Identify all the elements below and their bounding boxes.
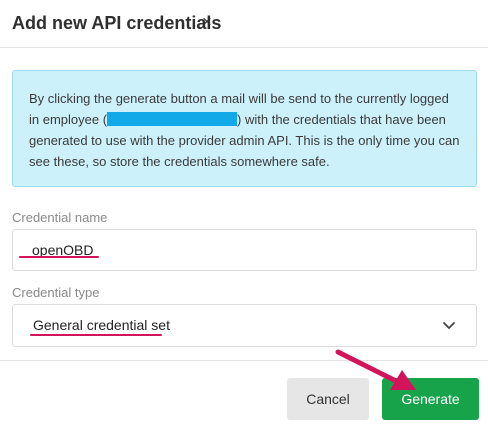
annotation-underline-name [19,256,99,258]
credential-type-value: General credential set [33,317,170,333]
info-alert: By clicking the generate button a mail w… [12,70,477,187]
annotation-underline-type [30,334,162,336]
credential-type-label: Credential type [12,285,100,300]
footer-divider [0,360,488,361]
close-icon[interactable]: × [202,12,212,32]
redacted-email [107,112,238,126]
add-api-credentials-dialog: Add new API credentials × By clicking th… [0,0,488,430]
credential-name-label: Credential name [12,210,108,225]
dialog-title: Add new API credentials [12,13,222,33]
generate-button[interactable]: Generate [382,378,479,420]
cancel-button[interactable]: Cancel [287,378,369,420]
credential-type-select[interactable]: General credential set [12,304,477,347]
chevron-down-icon [443,322,455,329]
credential-name-field[interactable] [12,229,477,271]
dialog-header: Add new API credentials × [0,0,488,48]
